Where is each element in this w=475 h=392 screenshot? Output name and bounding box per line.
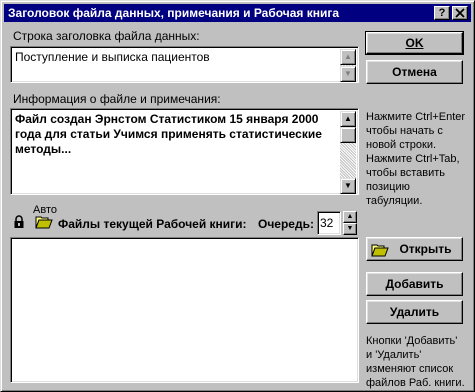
info-textarea[interactable]: Файл создан Эрнстом Статистиком 15 январ…	[10, 108, 359, 195]
scroll-up-button[interactable]: ▲	[340, 111, 356, 127]
title-bar: Заголовок файла данных, примечания и Раб…	[4, 4, 471, 22]
cancel-button-label: Отмена	[392, 65, 437, 79]
open-button[interactable]: Открыть	[366, 237, 463, 261]
queue-up-button[interactable]: ▲	[343, 211, 357, 223]
scroll-down-button[interactable]: ▼	[340, 66, 356, 82]
open-button-label: Открыть	[399, 242, 452, 256]
header-value: Поступление и выписка пациентов	[15, 50, 210, 64]
close-icon	[455, 8, 465, 18]
scroll-thumb[interactable]	[340, 127, 356, 143]
header-scrollbar[interactable]: ▲ ▼	[340, 49, 356, 82]
queue-value: 32	[320, 216, 334, 230]
scroll-down-button[interactable]: ▼	[340, 178, 356, 194]
info-label: Информация о файле и примечания:	[13, 92, 221, 106]
queue-label: Очередь:	[258, 217, 314, 231]
help-button[interactable]: ?	[434, 6, 450, 20]
cancel-button[interactable]: Отмена	[366, 60, 463, 84]
workbook-help-text: Кнопки 'Добавить' и 'Удалить' изменяют с…	[366, 335, 465, 389]
queue-down-button[interactable]: ▼	[343, 223, 357, 235]
close-button[interactable]	[452, 6, 468, 20]
header-label: Строка заголовка файла данных:	[13, 29, 200, 43]
delete-button[interactable]: Удалить	[366, 300, 463, 324]
folder-open-icon[interactable]	[35, 214, 53, 233]
notes-help-text: Нажмите Ctrl+Enter чтобы начать с новой …	[366, 111, 466, 207]
info-label-text: Информация о файле и примечания:	[13, 92, 221, 106]
info-value: Файл создан Эрнстом Статистиком 15 январ…	[15, 112, 326, 156]
header-label-text: Строка заголовка файла данных:	[13, 29, 200, 43]
queue-input[interactable]: 32	[317, 211, 341, 235]
header-textarea[interactable]: Поступление и выписка пациентов ▲ ▼	[10, 46, 359, 83]
scroll-up-button[interactable]: ▲	[340, 49, 356, 65]
add-button-label: Добавить	[385, 277, 444, 291]
window-title: Заголовок файла данных, примечания и Раб…	[8, 6, 340, 20]
add-button[interactable]: Добавить	[366, 272, 463, 296]
ok-button-label: OK	[405, 36, 424, 50]
ok-button[interactable]: OK	[365, 31, 464, 55]
workbook-files-list[interactable]	[10, 237, 359, 383]
dialog-window: Заголовок файла данных, примечания и Раб…	[0, 0, 475, 392]
lock-icon[interactable]	[13, 215, 25, 232]
files-label: Файлы текущей Рабочей книги:	[58, 217, 247, 231]
info-scrollbar[interactable]: ▲ ▼	[340, 111, 356, 194]
delete-button-label: Удалить	[389, 305, 440, 319]
folder-open-icon	[371, 244, 389, 257]
